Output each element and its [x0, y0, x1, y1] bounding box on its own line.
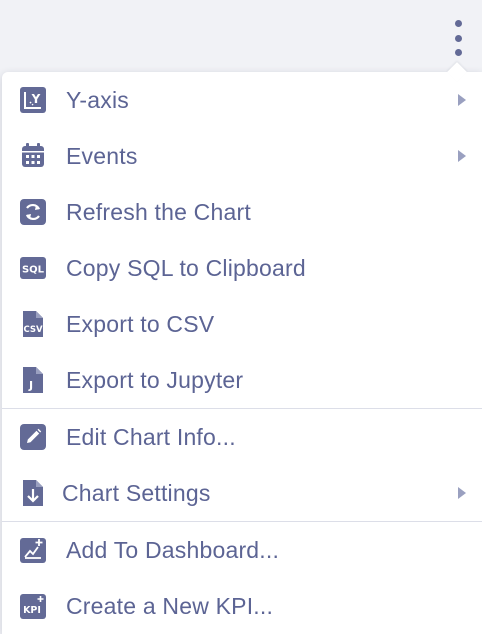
menu-item-label: Copy SQL to Clipboard — [66, 254, 306, 281]
menu-item-chart-settings[interactable]: Chart Settings — [2, 465, 482, 521]
submenu-arrow-icon — [458, 487, 466, 499]
jupyter-file-icon: J — [19, 366, 47, 394]
add-chart-icon — [19, 536, 47, 564]
menu-item-export-jupyter[interactable]: J Export to Jupyter — [2, 352, 482, 408]
sql-icon: SQL — [19, 254, 47, 282]
menu-item-label: Events — [66, 142, 138, 169]
menu-item-label: Create a New KPI... — [66, 592, 274, 619]
svg-text:KPI: KPI — [23, 605, 41, 616]
menu-item-add-to-dashboard[interactable]: Add To Dashboard... — [2, 522, 482, 578]
menu-item-refresh-chart[interactable]: Refresh the Chart — [2, 184, 482, 240]
svg-text:Y: Y — [31, 92, 41, 106]
menu-item-label: Refresh the Chart — [66, 198, 251, 225]
menu-item-edit-chart-info[interactable]: Edit Chart Info... — [2, 409, 482, 465]
chart-context-menu: Y Y-axis Events Refresh the Chart SQL Co… — [2, 62, 482, 634]
menu-item-events[interactable]: Events — [2, 128, 482, 184]
menu-item-y-axis[interactable]: Y Y-axis — [2, 72, 482, 128]
menu-item-create-kpi[interactable]: KPI Create a New KPI... — [2, 578, 482, 634]
menu-item-label: Export to CSV — [66, 310, 215, 337]
more-vertical-icon — [454, 20, 462, 27]
pencil-icon — [19, 423, 47, 451]
menu-item-label: Add To Dashboard... — [66, 536, 280, 563]
kebab-dot — [454, 49, 462, 56]
more-options-button[interactable] — [448, 18, 468, 58]
page: Y Y-axis Events Refresh the Chart SQL Co… — [0, 0, 482, 634]
calendar-icon — [19, 142, 47, 170]
menu-item-export-csv[interactable]: CSV Export to CSV — [2, 296, 482, 352]
menu-item-copy-sql[interactable]: SQL Copy SQL to Clipboard — [2, 240, 482, 296]
file-download-icon — [19, 479, 47, 507]
csv-file-icon: CSV — [19, 310, 47, 338]
submenu-arrow-icon — [458, 150, 466, 162]
kpi-icon: KPI — [19, 592, 47, 620]
svg-text:CSV: CSV — [23, 325, 43, 335]
y-axis-icon: Y — [19, 86, 47, 114]
menu-item-label: Edit Chart Info... — [66, 423, 236, 450]
submenu-arrow-icon — [458, 94, 466, 106]
menu-item-label: Y-axis — [66, 86, 129, 113]
svg-text:SQL: SQL — [22, 265, 45, 276]
refresh-icon — [19, 198, 47, 226]
svg-text:J: J — [28, 379, 33, 392]
menu-item-label: Chart Settings — [62, 479, 211, 506]
kebab-dot — [454, 34, 462, 42]
menu-item-label: Export to Jupyter — [66, 366, 244, 393]
